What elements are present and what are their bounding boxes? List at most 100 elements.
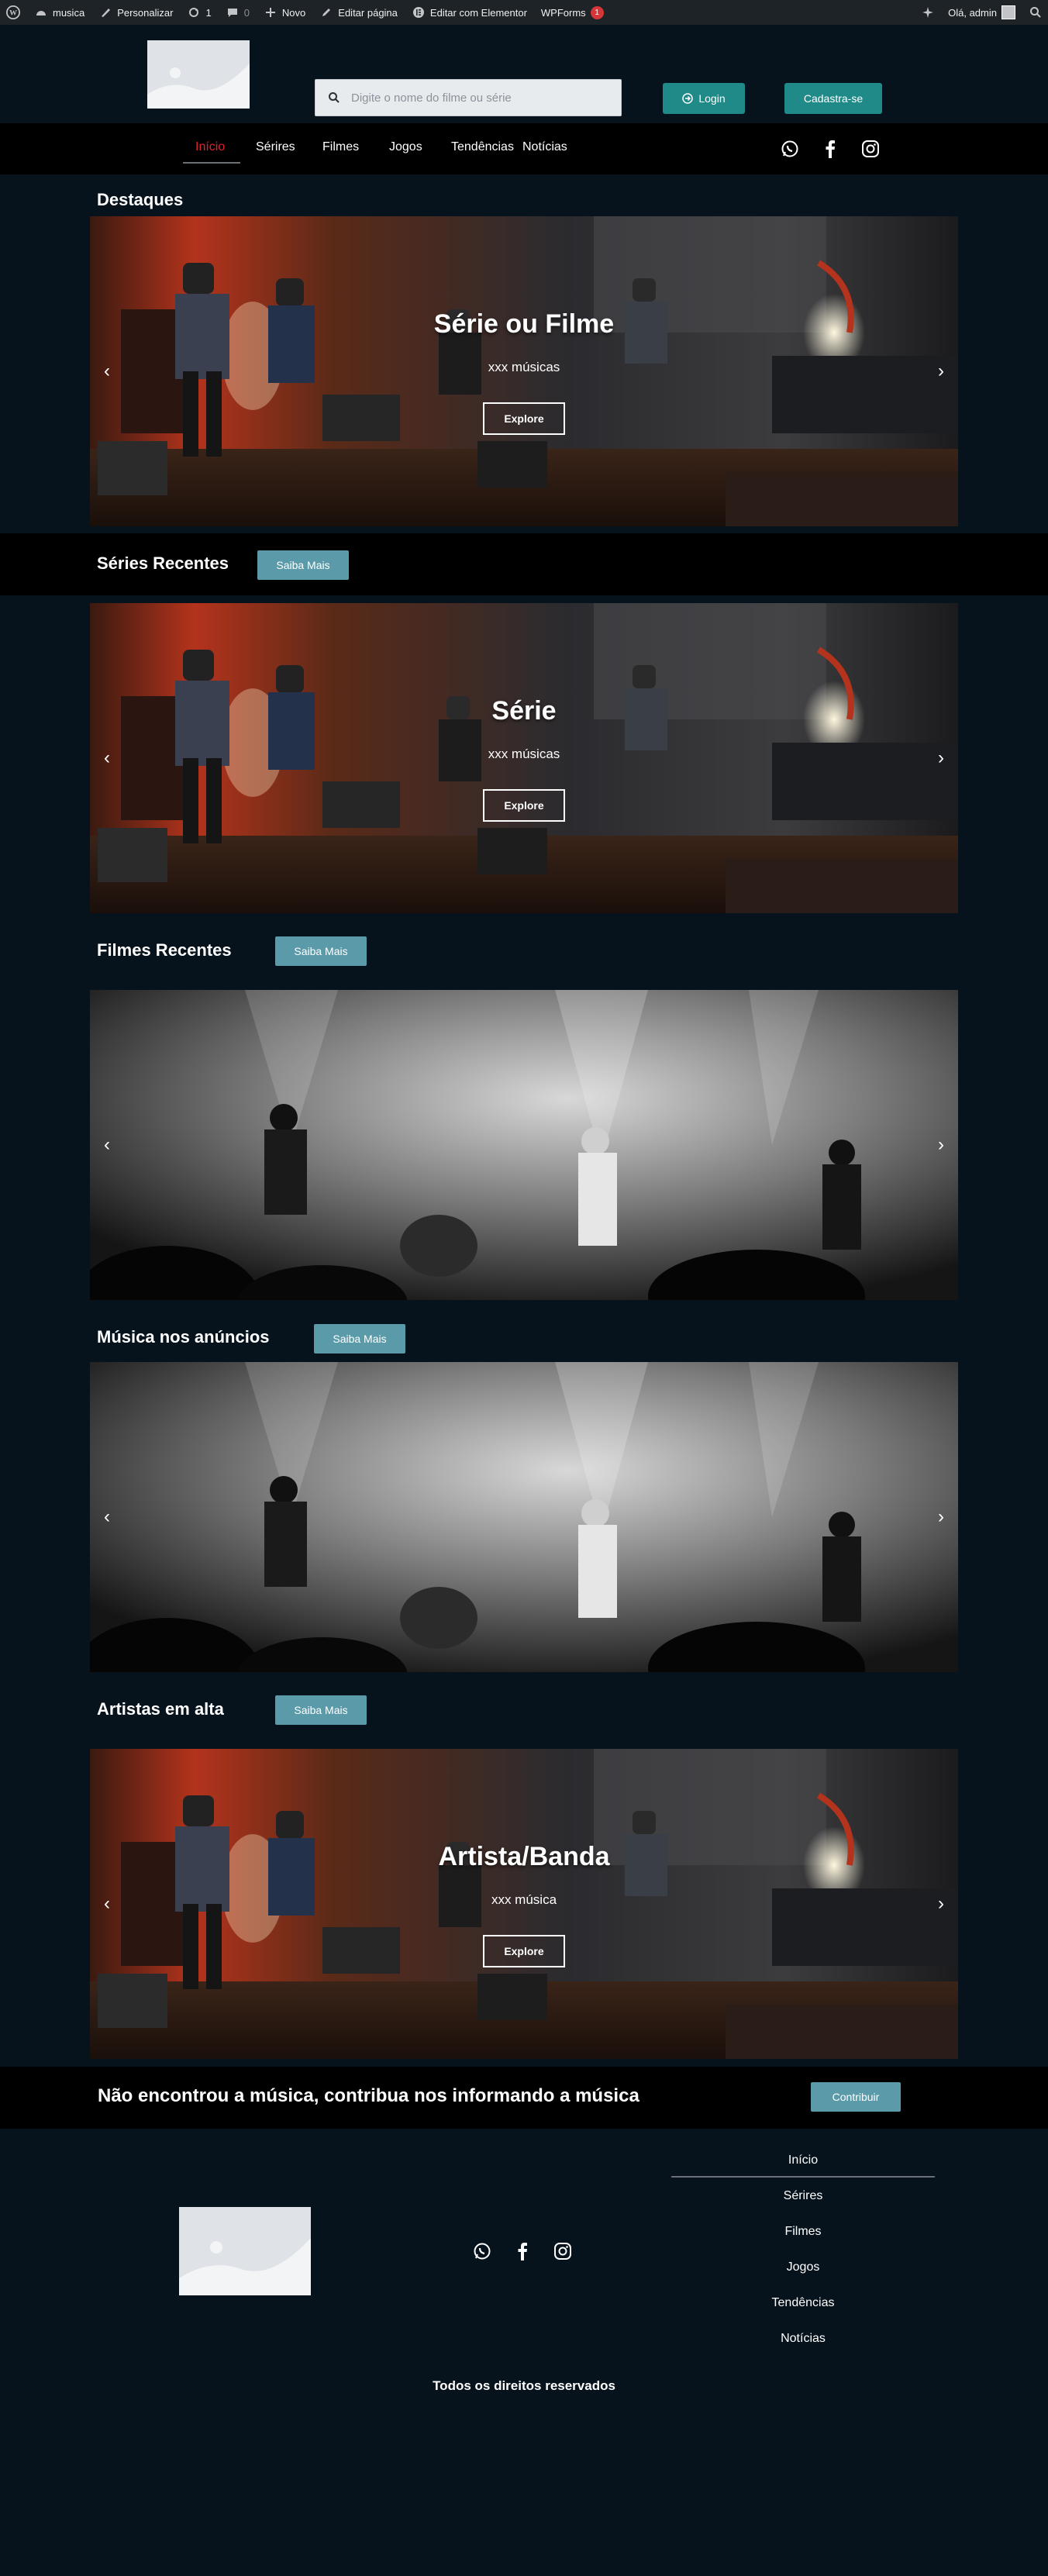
customize-label: Personalizar: [117, 6, 174, 19]
chevron-right-icon[interactable]: ›: [932, 357, 950, 385]
site-header: Digite o nome do filme ou série Login Ca…: [0, 25, 1048, 123]
anuncios-slider[interactable]: ‹ ›: [90, 1362, 958, 1672]
filmes-slider[interactable]: ‹ ›: [90, 990, 958, 1300]
chevron-right-icon[interactable]: ›: [932, 1131, 950, 1159]
new-label: Novo: [281, 6, 306, 19]
explore-button[interactable]: Explore: [483, 789, 565, 822]
instagram-icon[interactable]: [859, 137, 882, 160]
new-content-link[interactable]: Novo: [264, 5, 305, 19]
nav-item-tendencias[interactable]: Tendências: [451, 140, 514, 154]
wpforms-label: WPForms: [540, 6, 586, 19]
greeting: Olá, admin: [948, 6, 997, 19]
footer-nav-tendencias[interactable]: Tendências: [671, 2296, 935, 2310]
chevron-left-icon[interactable]: ‹: [98, 1503, 116, 1531]
brush-icon: [98, 5, 112, 19]
footer-nav-filmes[interactable]: Filmes: [671, 2225, 935, 2239]
footer-nav-noticias[interactable]: Notícias: [671, 2332, 935, 2346]
section-title-filmes: Filmes Recentes: [97, 940, 232, 960]
section-title-anuncios: Música nos anúncios: [97, 1327, 270, 1347]
comments-link[interactable]: 0: [226, 5, 250, 19]
anuncios-saiba-mais-button[interactable]: Saiba Mais: [314, 1324, 405, 1354]
nav-item-inicio[interactable]: Início: [195, 140, 225, 154]
wpforms-link[interactable]: WPForms 1: [540, 5, 604, 19]
nav-item-filmes[interactable]: Filmes: [322, 140, 359, 154]
signup-label: Cadastra-se: [803, 92, 864, 105]
chevron-left-icon[interactable]: ‹: [98, 744, 116, 772]
site-logo[interactable]: [147, 40, 250, 109]
series-header-band: Séries Recentes Saiba Mais: [0, 533, 1048, 595]
chevron-left-icon[interactable]: ‹: [98, 1890, 116, 1918]
updates-icon: [187, 5, 201, 19]
contribute-button[interactable]: Contribuir: [811, 2082, 901, 2112]
comment-icon: [226, 5, 240, 19]
concert-photo: [90, 1362, 958, 1672]
artistas-slider[interactable]: Artista/Banda xxx música Explore ‹ ›: [90, 1749, 958, 2059]
updates-link[interactable]: 1: [187, 5, 212, 19]
nav-active-indicator: [183, 162, 240, 164]
explore-button[interactable]: Explore: [483, 1935, 565, 1967]
chevron-left-icon[interactable]: ‹: [98, 1131, 116, 1159]
chevron-left-icon[interactable]: ‹: [98, 357, 116, 385]
ai-sparkle-icon[interactable]: [922, 6, 934, 19]
login-button[interactable]: Login: [663, 83, 745, 114]
site-name: musica: [53, 6, 85, 19]
footer-instagram-icon[interactable]: [551, 2240, 574, 2263]
artistas-saiba-mais-button[interactable]: Saiba Mais: [275, 1695, 367, 1725]
nav-item-series[interactable]: Sérires: [256, 140, 295, 154]
whatsapp-icon[interactable]: [778, 137, 802, 160]
dashboard-icon: [34, 5, 48, 19]
edit-page-link[interactable]: Editar página: [319, 5, 398, 19]
edit-page-label: Editar página: [338, 6, 398, 19]
series-saiba-mais-button[interactable]: Saiba Mais: [257, 550, 349, 580]
signup-button[interactable]: Cadastra-se: [784, 83, 882, 114]
admin-search-icon[interactable]: [1029, 6, 1042, 19]
chevron-right-icon[interactable]: ›: [932, 1503, 950, 1531]
highlight-slider[interactable]: Série ou Filme xxx músicas Explore ‹ ›: [90, 216, 958, 526]
footer-logo[interactable]: [179, 2207, 311, 2295]
chevron-right-icon[interactable]: ›: [932, 1890, 950, 1918]
concert-photo: [90, 990, 958, 1300]
footer-facebook-icon[interactable]: [511, 2240, 534, 2263]
pencil-icon: [319, 5, 333, 19]
section-title-series: Séries Recentes: [97, 553, 229, 573]
edit-elementor-label: Editar com Elementor: [429, 6, 527, 19]
contribute-text: Não encontrou a música, contribua nos in…: [98, 2085, 639, 2106]
footer-nav-divider: [671, 2176, 935, 2178]
elementor-icon: [412, 5, 426, 19]
nav-item-noticias[interactable]: Notícias: [522, 140, 567, 154]
section-title-destaques: Destaques: [97, 190, 184, 209]
admin-site-link[interactable]: musica: [34, 5, 84, 19]
slide-subtitle: xxx músicas: [488, 747, 560, 761]
edit-elementor-link[interactable]: Editar com Elementor: [412, 5, 527, 19]
search-input[interactable]: Digite o nome do filme ou série: [315, 79, 622, 116]
comments-count: 0: [243, 6, 250, 19]
slide-subtitle: xxx músicas: [488, 360, 560, 374]
search-placeholder: Digite o nome do filme ou série: [351, 91, 512, 105]
image-placeholder-icon: [147, 40, 250, 109]
footer-nav-jogos[interactable]: Jogos: [671, 2260, 935, 2274]
nav-item-jogos[interactable]: Jogos: [389, 140, 422, 154]
slide-subtitle: xxx música: [491, 1892, 557, 1907]
filmes-saiba-mais-button[interactable]: Saiba Mais: [275, 936, 367, 966]
image-placeholder-icon: [179, 2207, 311, 2295]
explore-button[interactable]: Explore: [483, 402, 565, 435]
series-slider[interactable]: Série xxx músicas Explore ‹ ›: [90, 603, 958, 913]
footer-whatsapp-icon[interactable]: [471, 2240, 494, 2263]
slide-title: Artista/Banda: [438, 1842, 610, 1871]
plus-icon: [264, 5, 278, 19]
login-icon: [682, 93, 694, 104]
login-label: Login: [698, 92, 726, 105]
footer-nav-series[interactable]: Sérires: [671, 2189, 935, 2203]
slide-title: Série ou Filme: [433, 309, 615, 339]
wpforms-badge: 1: [590, 5, 604, 19]
footer-nav-inicio[interactable]: Início: [671, 2154, 935, 2167]
updates-count: 1: [205, 6, 212, 19]
slide-title: Série: [491, 696, 557, 726]
section-title-artistas: Artistas em alta: [97, 1699, 224, 1719]
facebook-icon[interactable]: [819, 137, 842, 160]
customize-link[interactable]: Personalizar: [98, 5, 173, 19]
chevron-right-icon[interactable]: ›: [932, 744, 950, 772]
copyright-text: Todos os direitos reservados: [433, 2378, 615, 2393]
wordpress-logo-icon[interactable]: W: [6, 5, 20, 19]
my-account-link[interactable]: Olá, admin: [948, 5, 1015, 19]
